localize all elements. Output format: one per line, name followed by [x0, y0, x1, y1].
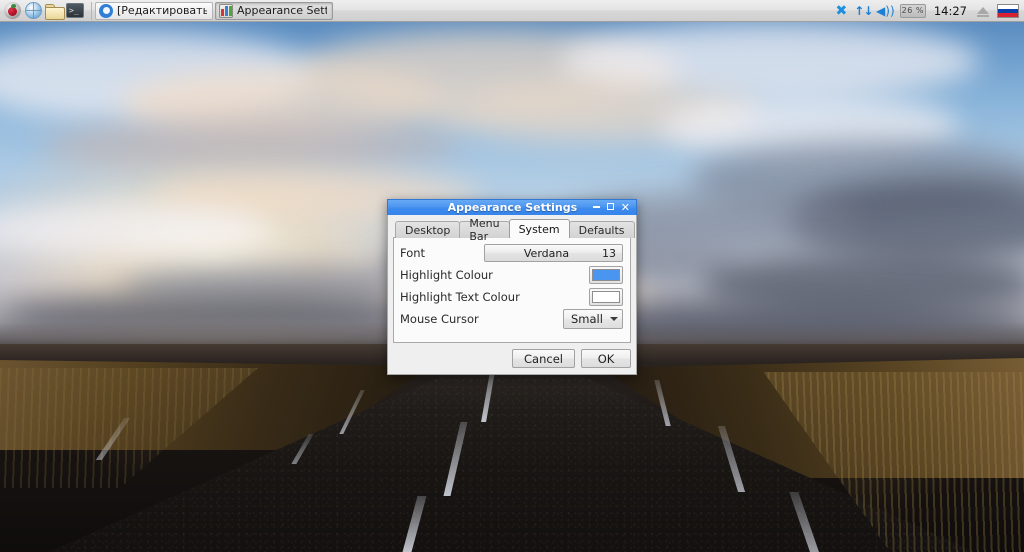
- dialog-titlebar[interactable]: Appearance Settings ✕: [387, 199, 637, 215]
- highlight-colour-swatch: [592, 269, 620, 281]
- font-size-value: 13: [602, 246, 616, 260]
- highlight-colour-button[interactable]: [589, 266, 623, 284]
- terminal-icon: [66, 3, 84, 18]
- taskbar-window-label: Appearance Settings: [237, 4, 327, 17]
- maximize-button[interactable]: [606, 202, 614, 213]
- minimize-icon: [592, 206, 600, 208]
- mouse-cursor-row: Mouse Cursor Small: [400, 308, 623, 330]
- highlight-colour-label: Highlight Colour: [400, 268, 493, 282]
- mouse-cursor-value: Small: [571, 312, 603, 326]
- maximize-icon: [606, 202, 614, 210]
- font-label: Font: [400, 246, 426, 260]
- terminal-launcher[interactable]: [66, 2, 84, 20]
- dialog-body: Desktop Menu Bar System Defaults Font Ve…: [387, 215, 637, 375]
- tab-strip: Desktop Menu Bar System Defaults: [393, 217, 635, 243]
- volume-icon[interactable]: ◀)): [876, 3, 895, 18]
- dialog-title: Appearance Settings: [447, 201, 578, 214]
- taskbar-window-label: [Редактировать з...: [117, 4, 207, 17]
- eject-icon[interactable]: [975, 3, 990, 18]
- system-tray: ✖ ↑↓ ◀)) 26 % 14:27: [834, 0, 1024, 22]
- tab-menu-bar[interactable]: Menu Bar: [459, 217, 510, 243]
- preferences-icon: [219, 3, 233, 18]
- minimize-button[interactable]: [592, 203, 600, 212]
- raspberry-menu-button[interactable]: [3, 2, 21, 20]
- globe-icon: [24, 2, 42, 19]
- chromium-icon: [99, 3, 113, 18]
- font-picker-button[interactable]: Verdana 13: [484, 244, 623, 262]
- appearance-settings-dialog: Appearance Settings ✕ Desktop Menu Bar S…: [387, 199, 637, 375]
- highlight-text-colour-label: Highlight Text Colour: [400, 290, 520, 304]
- highlight-text-colour-button[interactable]: [589, 288, 623, 306]
- folder-icon: [45, 3, 65, 20]
- cpu-monitor[interactable]: 26 %: [899, 3, 926, 18]
- taskbar-window-button-appearance-settings[interactable]: Appearance Settings: [215, 1, 333, 20]
- dialog-footer: Cancel OK: [393, 343, 631, 369]
- russian-flag-icon[interactable]: [997, 3, 1019, 18]
- ok-button[interactable]: OK: [581, 349, 631, 368]
- network-updown-icon[interactable]: ↑↓: [854, 3, 873, 18]
- mouse-cursor-label: Mouse Cursor: [400, 312, 479, 326]
- taskbar: [Редактировать з... Appearance Settings …: [0, 0, 1024, 22]
- highlight-text-colour-swatch: [592, 291, 620, 303]
- launcher-zone: [0, 0, 88, 22]
- mouse-cursor-select[interactable]: Small: [563, 309, 623, 329]
- bluetooth-icon[interactable]: ✖: [834, 3, 849, 18]
- font-row: Font Verdana 13: [400, 242, 623, 264]
- taskbar-window-button-browser[interactable]: [Редактировать з...: [95, 1, 213, 20]
- tab-system[interactable]: System: [508, 219, 570, 238]
- window-controls: ✕: [592, 202, 636, 213]
- highlight-colour-row: Highlight Colour: [400, 264, 623, 286]
- cloud: [40, 118, 460, 172]
- cancel-button[interactable]: Cancel: [512, 349, 575, 368]
- system-tab-panel: Font Verdana 13 Highlight Colour Highlig…: [393, 237, 631, 343]
- highlight-text-colour-row: Highlight Text Colour: [400, 286, 623, 308]
- font-family-value: Verdana: [523, 246, 570, 260]
- file-manager-launcher[interactable]: [45, 2, 65, 20]
- web-browser-launcher[interactable]: [24, 2, 42, 20]
- chevron-down-icon: [610, 317, 618, 321]
- clock[interactable]: 14:27: [933, 4, 968, 18]
- taskbar-separator: [91, 1, 92, 20]
- tab-defaults[interactable]: Defaults: [568, 221, 635, 238]
- tab-desktop[interactable]: Desktop: [395, 221, 461, 238]
- raspberry-icon: [3, 2, 21, 19]
- close-button[interactable]: ✕: [621, 202, 630, 213]
